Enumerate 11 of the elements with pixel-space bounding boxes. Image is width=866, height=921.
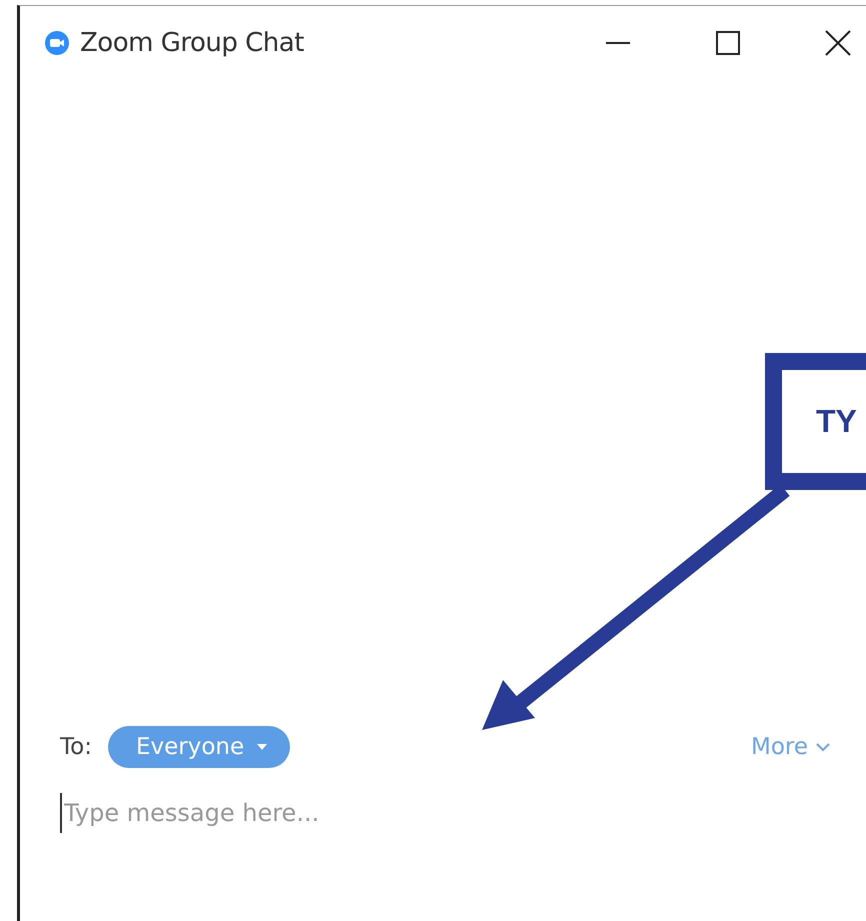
callout-text: TY: [816, 403, 857, 440]
message-field[interactable]: Type message here...: [60, 793, 444, 833]
chevron-icon: [816, 742, 830, 752]
caret-icon: [256, 743, 268, 751]
camera-logo-icon: [44, 30, 70, 56]
recipient-dropdown[interactable]: Everyone: [108, 726, 290, 768]
maximize-icon[interactable]: [714, 29, 742, 57]
window-title: Zoom Group Chat: [80, 28, 304, 58]
more-button[interactable]: More: [750, 734, 830, 760]
to-label: To:: [60, 734, 92, 760]
close-icon[interactable]: [824, 29, 852, 57]
